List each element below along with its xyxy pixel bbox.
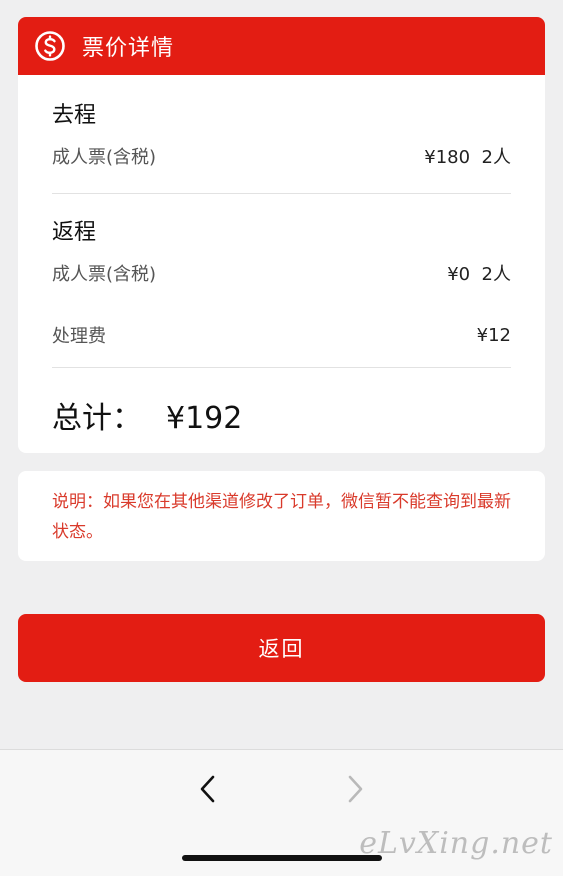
- fee-value: ¥12: [476, 324, 511, 346]
- outbound-section: 去程 成人票(含税) ¥180 2人: [52, 97, 511, 169]
- outbound-ticket-value: ¥180 2人: [424, 147, 511, 168]
- home-indicator: [182, 855, 382, 861]
- dollar-circle-icon: [34, 30, 66, 62]
- outbound-ticket-row: 成人票(含税) ¥180 2人: [52, 143, 511, 169]
- fee-section: 处理费 ¥12: [52, 322, 511, 348]
- divider: [52, 193, 511, 194]
- card-header: 票价详情: [18, 17, 545, 75]
- page-title: 票价详情: [82, 36, 175, 61]
- price-detail-card: 票价详情 去程 成人票(含税) ¥180 2人 返程 成人票(含税) ¥0 2人…: [18, 17, 545, 453]
- return-title: 返程: [52, 220, 97, 245]
- divider: [52, 367, 511, 368]
- return-ticket-value: ¥0 2人: [447, 264, 511, 285]
- return-ticket-label: 成人票(含税): [52, 264, 157, 285]
- total-amount: ¥192: [166, 401, 243, 436]
- return-ticket-row: 成人票(含税) ¥0 2人: [52, 260, 511, 286]
- return-section: 返程 成人票(含税) ¥0 2人: [52, 214, 511, 286]
- chevron-left-icon[interactable]: [195, 774, 221, 804]
- watermark: eLvXing.net: [359, 826, 553, 861]
- note-card: 说明：如果您在其他渠道修改了订单，微信暂不能查询到最新状态。: [18, 471, 545, 561]
- chevron-right-icon[interactable]: [342, 774, 368, 804]
- total-label: 总计：: [52, 401, 142, 436]
- note-text: 说明：如果您在其他渠道修改了订单，微信暂不能查询到最新状态。: [52, 492, 511, 542]
- fee-row: 处理费 ¥12: [52, 322, 511, 348]
- outbound-ticket-label: 成人票(含税): [52, 147, 157, 168]
- browser-bottom-bar: eLvXing.net: [0, 749, 563, 876]
- total-row: 总计： ¥192: [52, 393, 242, 437]
- back-button[interactable]: 返回: [18, 614, 545, 682]
- outbound-title: 去程: [52, 103, 97, 128]
- fee-label: 处理费: [52, 326, 106, 347]
